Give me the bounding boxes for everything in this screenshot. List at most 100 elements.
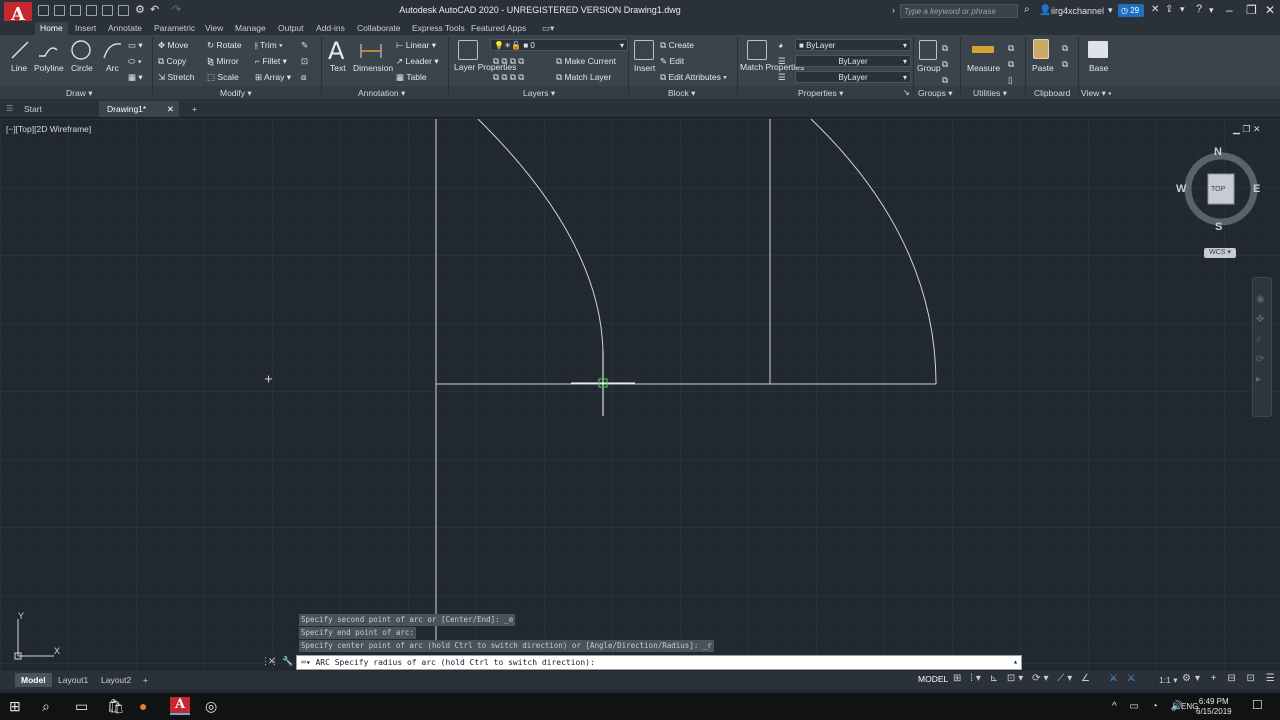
binoculars-icon[interactable]: ⌕: [1024, 4, 1030, 15]
scale-button[interactable]: ⬚ Scale: [207, 72, 239, 83]
web-mobile-icon[interactable]: [102, 5, 113, 16]
connect-chevron-icon[interactable]: ▾: [1180, 4, 1185, 15]
user-menu-chevron-icon[interactable]: ▾: [1108, 5, 1113, 16]
status-toggle-icons[interactable]: ⊞ ⁞▾ ⊾ ⊡▾ ⟳▾ ⟋▾ ∠: [953, 673, 1093, 684]
connect-icon[interactable]: ⇪: [1165, 4, 1173, 15]
utility-tools-icons[interactable]: ⧉ ⧉ ▯: [1008, 40, 1014, 88]
save-icon[interactable]: [70, 5, 81, 16]
polyline-icon[interactable]: [37, 40, 59, 60]
tab-featured-apps[interactable]: Featured Apps: [466, 22, 531, 36]
linear-button[interactable]: ⊢ Linear ▾: [396, 40, 436, 51]
workspace-icon[interactable]: ⚙: [135, 3, 145, 16]
close-command-line-icon[interactable]: ✕: [268, 656, 276, 667]
trim-button[interactable]: ⫲ Trim ▾: [255, 40, 283, 51]
lineweight-icon[interactable]: ☰: [778, 72, 786, 83]
tab-layout1[interactable]: Layout1: [52, 673, 94, 687]
store-icon[interactable]: 🛍: [107, 698, 125, 715]
system-tray-icons[interactable]: ^ ▭ ◔ 🔊: [1112, 701, 1188, 712]
windows-start-icon[interactable]: ⊞: [9, 698, 21, 715]
tab-start[interactable]: Start: [16, 101, 50, 117]
dimension-icon[interactable]: [358, 40, 384, 60]
dimension-button[interactable]: Dimension: [353, 63, 393, 73]
copy-button[interactable]: ⧉ Copy: [158, 56, 186, 67]
app-store-icon[interactable]: ✕: [1151, 4, 1159, 15]
print-icon[interactable]: [118, 5, 129, 16]
tab-model[interactable]: Model: [15, 673, 52, 687]
compass-east[interactable]: E: [1253, 183, 1260, 195]
open-icon[interactable]: [54, 5, 65, 16]
expand-search-icon[interactable]: ›: [892, 5, 895, 15]
tab-layout2[interactable]: Layout2: [95, 673, 137, 687]
help-chevron-icon[interactable]: ▾: [1209, 5, 1214, 16]
rotate-button[interactable]: ↻ Rotate: [207, 40, 242, 51]
mirror-button[interactable]: ⧎ Mirror: [207, 56, 239, 67]
file-tabs-menu-icon[interactable]: ☰: [6, 104, 13, 113]
insert-block-icon[interactable]: [634, 40, 654, 60]
modify-panel-title[interactable]: Modify ▾: [220, 88, 252, 99]
arc-icon[interactable]: [101, 40, 123, 60]
new-tab-button[interactable]: +: [184, 101, 205, 117]
new-layout-button[interactable]: +: [137, 673, 154, 687]
array-button[interactable]: ⊞ Array ▾: [255, 72, 291, 83]
tab-manage[interactable]: Manage: [230, 22, 271, 36]
clipboard-tools-icons[interactable]: ⧉ ⧉: [1062, 40, 1068, 72]
tab-collaborate[interactable]: Collaborate: [352, 22, 405, 36]
redo-icon[interactable]: ↷: [172, 3, 181, 16]
tab-express-tools[interactable]: Express Tools: [407, 22, 470, 36]
navbar-icons[interactable]: ◉ ✥ ⌕ ⟳ ▸: [1256, 290, 1265, 390]
utilities-panel-title[interactable]: Utilities ▾: [973, 88, 1007, 99]
circle-button[interactable]: Circle: [71, 63, 93, 73]
arc-button[interactable]: Arc: [106, 63, 119, 73]
edit-attributes-button[interactable]: ⧉ Edit Attributes ▾: [660, 72, 727, 83]
command-input[interactable]: ⌨▾ ARC Specify radius of arc (hold Ctrl …: [296, 655, 1022, 670]
tab-view[interactable]: View: [200, 22, 228, 36]
explode-icon[interactable]: ⊡: [301, 56, 308, 67]
customize-icon[interactable]: 🔧: [282, 656, 293, 667]
measure-icon[interactable]: [972, 46, 994, 53]
notifications-icon[interactable]: ☐: [1252, 698, 1263, 712]
text-icon[interactable]: A: [328, 37, 344, 65]
erase-icon[interactable]: ✎: [301, 40, 308, 51]
block-panel-title[interactable]: Block ▾: [668, 88, 695, 99]
layer-dropdown[interactable]: 💡☀🔓 ■ 0 ▾: [490, 39, 628, 51]
polyline-button[interactable]: Polyline: [34, 63, 64, 73]
base-view-icon[interactable]: [1088, 41, 1108, 58]
ucs-menu[interactable]: WCS ▾: [1204, 248, 1236, 258]
taskbar-search-icon[interactable]: ⌕: [42, 698, 50, 715]
firefox-icon[interactable]: ●: [139, 698, 147, 714]
color-dropdown[interactable]: ■ ByLayer ▾: [795, 39, 911, 51]
layers-panel-title[interactable]: Layers ▾: [523, 88, 555, 99]
tab-insert[interactable]: Insert: [70, 22, 101, 36]
layer-tools-icons-2[interactable]: ⧉ ⧉ ⧉ ⧉: [493, 72, 524, 83]
notifications-badge[interactable]: ◷ 29: [1118, 4, 1144, 17]
rectangle-icon[interactable]: ▭ ▾: [128, 40, 143, 51]
compass-north[interactable]: N: [1214, 146, 1222, 158]
viewcube-top-face[interactable]: TOP: [1211, 186, 1225, 193]
group-icon[interactable]: [919, 40, 937, 60]
text-button[interactable]: Text: [330, 63, 346, 73]
group-button[interactable]: Group: [917, 63, 941, 73]
tab-drawing1[interactable]: Drawing1* ✕: [99, 101, 179, 117]
taskbar-clock[interactable]: 6:49 PM 6/15/2019: [1196, 697, 1232, 717]
make-current-button[interactable]: ⧉ Make Current: [556, 56, 616, 67]
linetype-dropdown[interactable]: ByLayer ▾: [795, 55, 911, 67]
viewport-controls[interactable]: [−][Top][2D Wireframe]: [6, 124, 91, 134]
offset-icon[interactable]: ⧈: [301, 72, 306, 83]
group-tools-icons[interactable]: ⧉ ⧉ ⧉: [942, 40, 948, 88]
layer-tools-icons[interactable]: ⧉ ⧉ ⧉ ⧉: [493, 56, 524, 67]
stretch-button[interactable]: ⇲ Stretch: [158, 72, 194, 83]
compass-south[interactable]: S: [1215, 221, 1222, 233]
fillet-button[interactable]: ⌐ Fillet ▾: [255, 56, 287, 67]
new-icon[interactable]: [38, 5, 49, 16]
hatch-icon[interactable]: ⬭ ▾: [128, 56, 142, 67]
properties-panel-title[interactable]: Properties ▾: [798, 88, 843, 99]
lineweight-dropdown[interactable]: ByLayer ▾: [795, 71, 911, 83]
annotation-scale[interactable]: 1:1 ▾: [1159, 675, 1177, 686]
annotation-panel-title[interactable]: Annotation ▾: [358, 88, 405, 99]
tab-add-ins[interactable]: Add-ins: [311, 22, 350, 36]
tab-output[interactable]: Output: [273, 22, 309, 36]
ribbon-minimize-icon[interactable]: ▭▾: [537, 22, 559, 36]
annotation-icons[interactable]: ⚔ ⚔: [1109, 673, 1139, 684]
move-button[interactable]: ✥ Move: [158, 40, 188, 51]
leader-button[interactable]: ↗ Leader ▾: [396, 56, 439, 67]
